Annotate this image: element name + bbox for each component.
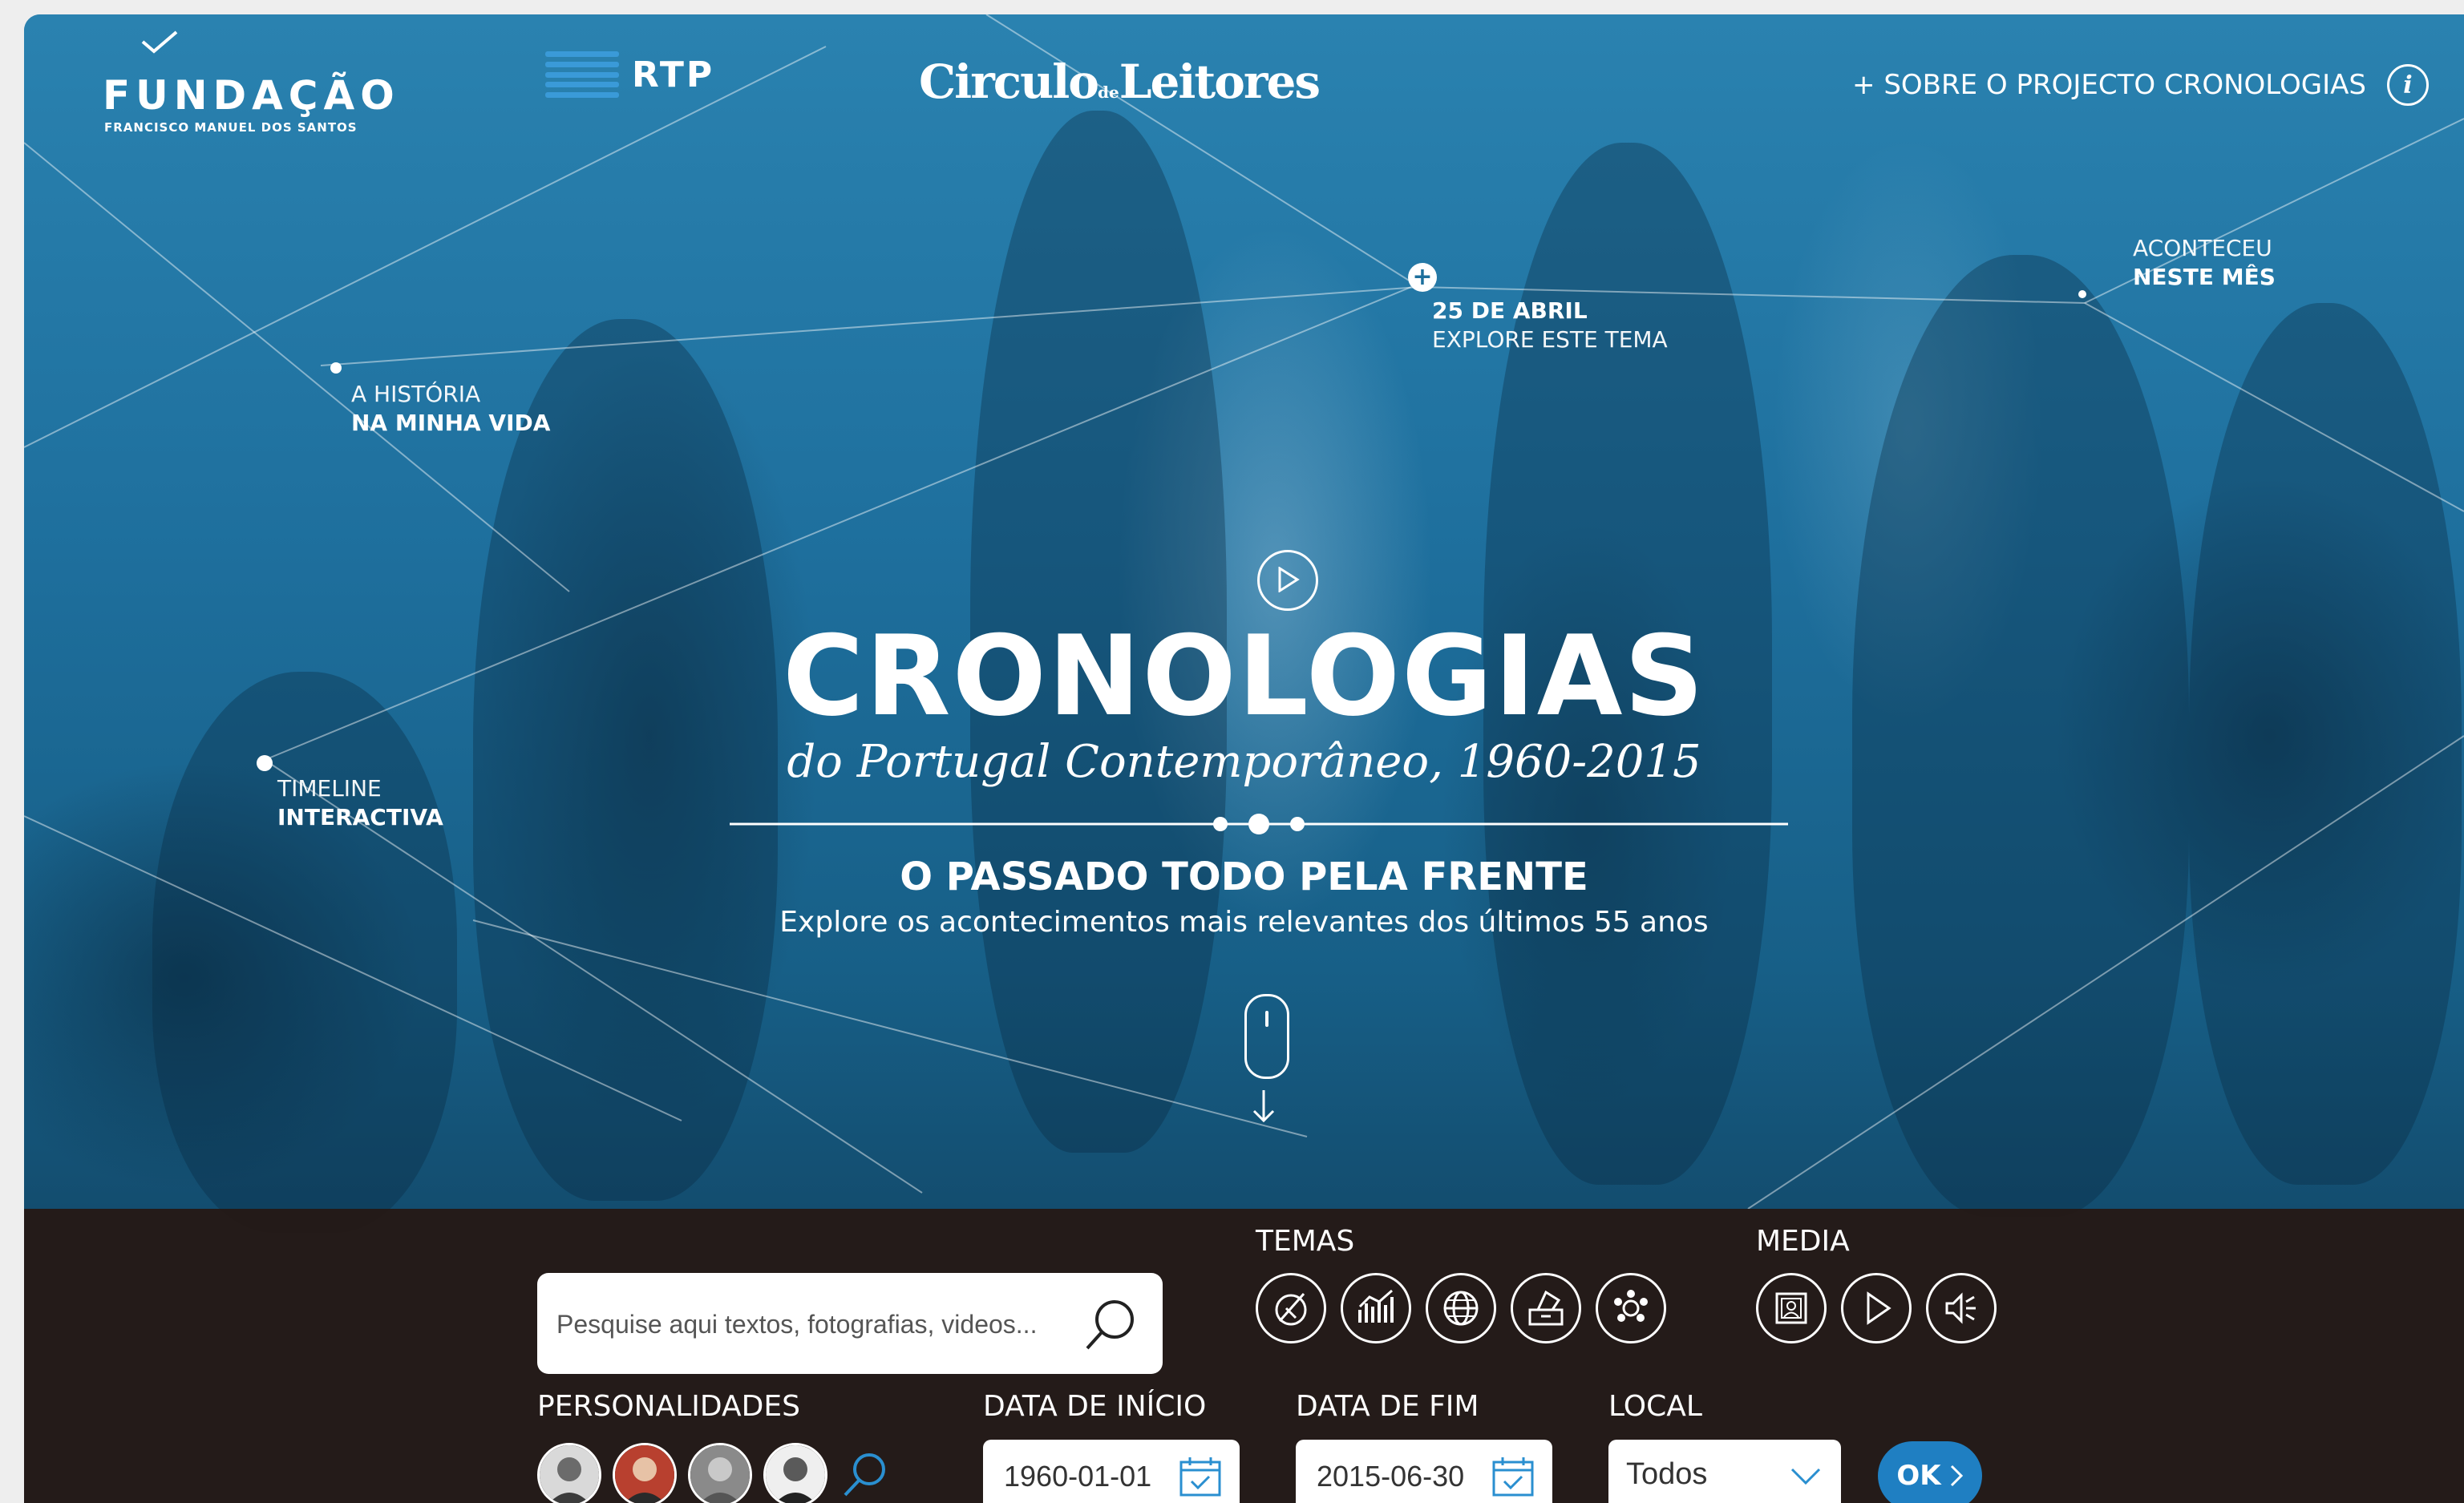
personalidades-label: PERSONALIDADES bbox=[537, 1390, 800, 1423]
page-frame: FUNDAÇÃO FRANCISCO MANUEL DOS SANTOS RTP… bbox=[24, 14, 2464, 1503]
fundacao-subtitle: FRANCISCO MANUEL DOS SANTOS bbox=[104, 120, 358, 135]
chevron-down-icon bbox=[1790, 1468, 1821, 1485]
elections-icon[interactable] bbox=[1511, 1273, 1581, 1343]
start-date-input[interactable] bbox=[1002, 1440, 1190, 1503]
rtp-label: RTP bbox=[632, 54, 715, 95]
culture-icon[interactable] bbox=[1256, 1273, 1326, 1343]
circulo-text: Circulo bbox=[919, 55, 1099, 109]
rtp-bars-icon bbox=[545, 51, 619, 98]
end-date-field bbox=[1296, 1440, 1552, 1503]
media-icons bbox=[1756, 1273, 1997, 1343]
ok-button-label: OK bbox=[1896, 1460, 1941, 1492]
media-label: MEDIA bbox=[1756, 1225, 1850, 1258]
hotspot-aconteceu-line1: ACONTECEU bbox=[2133, 235, 2272, 261]
local-label: LOCAL bbox=[1608, 1390, 1702, 1423]
hotspot-timeline-line2: INTERACTIVA bbox=[277, 804, 443, 830]
historia-dot[interactable] bbox=[330, 362, 342, 374]
data-fim-label: DATA DE FIM bbox=[1296, 1390, 1479, 1423]
avatar[interactable] bbox=[763, 1443, 827, 1503]
temas-icons bbox=[1256, 1273, 1666, 1343]
search-icon[interactable] bbox=[1082, 1297, 1139, 1353]
info-icon[interactable]: i bbox=[2387, 64, 2429, 106]
search-input[interactable] bbox=[555, 1273, 1071, 1376]
world-icon[interactable] bbox=[1426, 1273, 1496, 1343]
abril-plus-icon[interactable]: + bbox=[1408, 263, 1437, 292]
economy-icon[interactable] bbox=[1341, 1273, 1411, 1343]
avatar[interactable] bbox=[613, 1443, 677, 1503]
title-divider bbox=[730, 814, 1788, 834]
personalities-avatars bbox=[537, 1443, 892, 1503]
video-icon[interactable] bbox=[1841, 1273, 1912, 1343]
start-date-field bbox=[983, 1440, 1240, 1503]
calendar-icon[interactable] bbox=[1179, 1456, 1222, 1497]
society-icon[interactable] bbox=[1596, 1273, 1666, 1343]
local-select-value: Todos bbox=[1626, 1457, 1708, 1491]
chevron-right-icon bbox=[1950, 1465, 1963, 1487]
hotspot-historia-line1: A HISTÓRIA bbox=[351, 381, 481, 407]
local-select[interactable]: Todos bbox=[1608, 1440, 1841, 1503]
about-project: + SOBRE O PROJECTO CRONOLOGIAS i bbox=[1852, 64, 2429, 106]
checkmark-icon bbox=[141, 30, 178, 54]
audio-icon[interactable] bbox=[1926, 1273, 1997, 1343]
hotspot-25-abril[interactable]: 25 DE ABRIL EXPLORE ESTE TEMA bbox=[1432, 297, 1668, 354]
fundacao-title: FUNDAÇÃO bbox=[103, 72, 400, 119]
play-icon bbox=[1278, 567, 1300, 592]
data-inicio-label: DATA DE INÍCIO bbox=[983, 1390, 1207, 1423]
circulo-de-text: de bbox=[1097, 83, 1119, 102]
ok-button[interactable]: OK bbox=[1878, 1441, 1982, 1503]
hotspot-historia-line2: NA MINHA VIDA bbox=[351, 410, 551, 436]
slogan: O PASSADO TODO PELA FRENTE bbox=[900, 855, 1588, 899]
search-personalities-icon[interactable] bbox=[839, 1448, 892, 1501]
hotspot-abril-line2: EXPLORE ESTE TEMA bbox=[1432, 326, 1668, 353]
hotspot-historia[interactable]: A HISTÓRIA NA MINHA VIDA bbox=[351, 380, 550, 438]
avatar[interactable] bbox=[688, 1443, 752, 1503]
search-box bbox=[537, 1273, 1163, 1376]
scroll-mouse-icon[interactable] bbox=[1244, 994, 1289, 1079]
leitores-text: Leitores bbox=[1119, 55, 1321, 109]
temas-label: TEMAS bbox=[1256, 1225, 1355, 1258]
circulo-leitores-logo[interactable]: CirculodeLeitores bbox=[919, 55, 1321, 109]
hotspot-aconteceu-line2: NESTE MÊS bbox=[2133, 264, 2276, 290]
hotspot-abril-line1: 25 DE ABRIL bbox=[1432, 297, 1588, 324]
page-subtitle: do Portugal Contemporâneo, 1960-2015 bbox=[787, 736, 1701, 788]
arrow-down-icon[interactable] bbox=[1249, 1089, 1278, 1124]
hotspot-aconteceu[interactable]: ACONTECEU NESTE MÊS bbox=[2133, 234, 2276, 292]
filter-bar: TEMAS MEDIA bbox=[24, 1209, 2464, 1503]
lead-text: Explore os acontecimentos mais relevante… bbox=[779, 906, 1709, 939]
avatar[interactable] bbox=[537, 1443, 601, 1503]
rtp-logo[interactable]: RTP bbox=[545, 51, 714, 98]
aconteceu-dot[interactable] bbox=[2078, 290, 2086, 298]
calendar-icon[interactable] bbox=[1491, 1456, 1535, 1497]
end-date-input[interactable] bbox=[1315, 1440, 1503, 1503]
photo-icon[interactable] bbox=[1756, 1273, 1827, 1343]
page-title: CRONOLOGIAS bbox=[783, 612, 1705, 741]
play-video-button[interactable] bbox=[1257, 550, 1318, 611]
about-project-link[interactable]: + SOBRE O PROJECTO CRONOLOGIAS bbox=[1852, 69, 2366, 101]
